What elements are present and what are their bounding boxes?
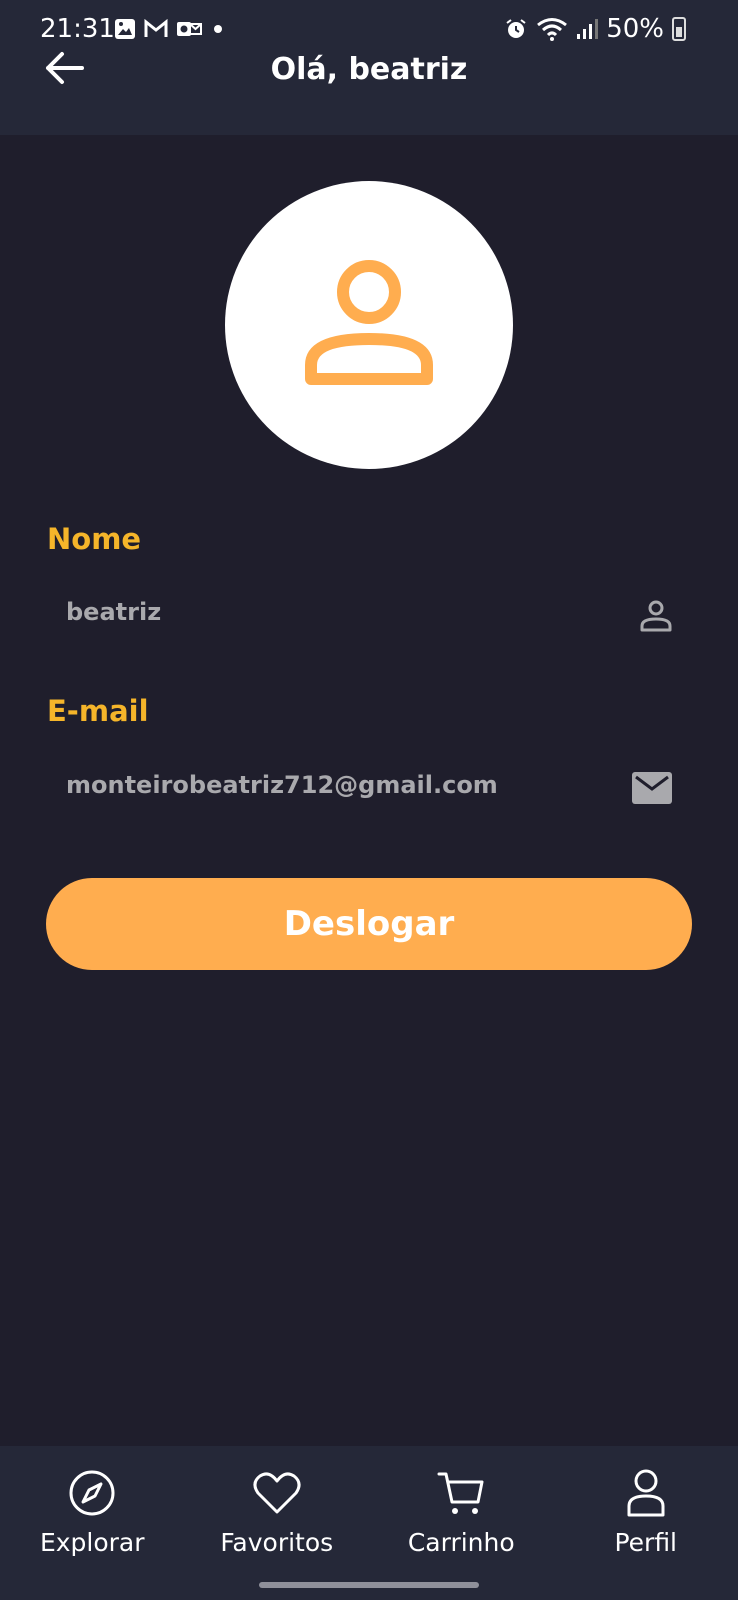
nav-label: Explorar bbox=[39, 1528, 145, 1557]
heart-icon bbox=[253, 1472, 301, 1514]
nav-label: Favoritos bbox=[220, 1528, 334, 1557]
name-value: beatriz bbox=[66, 598, 162, 626]
nav-item-perfil[interactable]: Perfil bbox=[554, 1446, 738, 1600]
cart-icon bbox=[437, 1472, 484, 1514]
home-indicator[interactable] bbox=[259, 1582, 479, 1588]
email-field-icon bbox=[632, 772, 672, 804]
nav-item-explorar[interactable]: Explorar bbox=[0, 1446, 185, 1600]
user-icon bbox=[640, 600, 672, 632]
mail-icon bbox=[632, 772, 672, 804]
user-icon bbox=[627, 1469, 665, 1517]
alarm-icon bbox=[506, 19, 526, 38]
email-label: E-mail bbox=[47, 694, 149, 728]
nav-label: Perfil bbox=[614, 1528, 678, 1557]
bottom-navigation: Explorar Favoritos Carrinho Perfil bbox=[0, 1446, 738, 1600]
signal-icon bbox=[577, 19, 599, 39]
logout-button[interactable]: Deslogar bbox=[46, 878, 692, 970]
user-icon bbox=[305, 260, 433, 385]
notification-icons bbox=[114, 18, 226, 40]
profile-avatar bbox=[225, 181, 513, 469]
name-label: Nome bbox=[47, 522, 142, 556]
image-icon bbox=[115, 19, 135, 39]
compass-icon bbox=[69, 1470, 115, 1516]
nav-item-favoritos[interactable]: Favoritos bbox=[185, 1446, 370, 1600]
status-time: 21:31 bbox=[40, 14, 115, 44]
gmail-icon bbox=[144, 19, 168, 37]
name-field-icon bbox=[640, 599, 672, 633]
dot-icon bbox=[214, 25, 222, 33]
outlook-icon bbox=[177, 22, 202, 36]
wifi-icon bbox=[537, 18, 568, 41]
profile-screen: 21:31 50% Olá, beatriz Nome beatriz E-ma… bbox=[0, 0, 738, 1600]
battery-icon bbox=[672, 17, 686, 41]
nav-item-carrinho[interactable]: Carrinho bbox=[369, 1446, 554, 1600]
app-header: 21:31 50% Olá, beatriz bbox=[0, 0, 738, 135]
email-value: monteirobeatriz712@gmail.com bbox=[66, 771, 498, 799]
nav-label: Carrinho bbox=[407, 1528, 515, 1557]
system-status: 50% bbox=[504, 14, 686, 44]
battery-percent: 50% bbox=[606, 14, 664, 44]
page-title: Olá, beatriz bbox=[270, 52, 468, 87]
